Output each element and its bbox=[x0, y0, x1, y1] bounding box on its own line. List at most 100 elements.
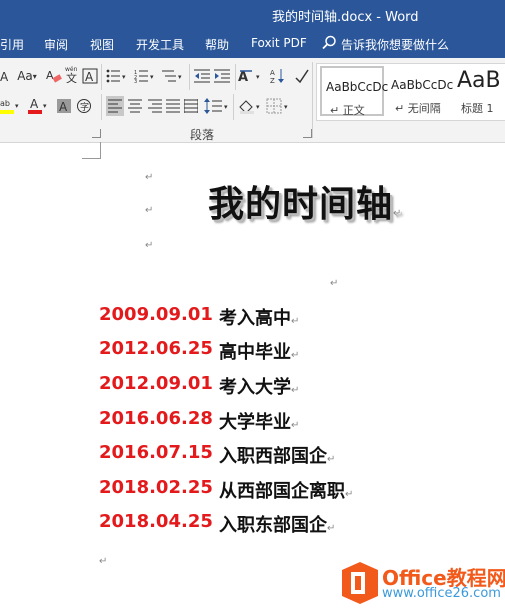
document-heading: 我的时间轴↵ bbox=[208, 175, 402, 227]
paragraph-mark: ↵ bbox=[99, 556, 108, 567]
svg-text:▾: ▾ bbox=[150, 73, 154, 81]
change-case-label: Aa bbox=[17, 69, 33, 83]
svg-text:A: A bbox=[30, 97, 39, 111]
menu-developer[interactable]: 开发工具 bbox=[136, 36, 184, 53]
office-logo-icon bbox=[342, 562, 378, 604]
event-text: 入职西部国企 bbox=[219, 446, 327, 467]
font-shrink-icon[interactable]: A bbox=[0, 66, 10, 86]
svg-text:▾: ▾ bbox=[178, 73, 182, 81]
shading-icon[interactable]: ▾ bbox=[238, 96, 264, 116]
svg-text:▾: ▾ bbox=[43, 102, 47, 110]
svg-text:▾: ▾ bbox=[15, 102, 19, 110]
bullets-icon[interactable]: ▾ bbox=[106, 66, 130, 86]
paragraph-mark: ↵ bbox=[291, 385, 300, 396]
svg-text:文: 文 bbox=[66, 71, 77, 83]
paragraph-mark: ↵ bbox=[291, 316, 300, 327]
paragraph-mark: ↵ bbox=[145, 205, 154, 216]
svg-text:▾: ▾ bbox=[256, 73, 260, 81]
character-border-icon[interactable]: A bbox=[82, 66, 98, 86]
event-text: 考入高中 bbox=[219, 308, 291, 329]
timeline-date: 2012.09.01 bbox=[99, 373, 213, 394]
chinese-layout-icon[interactable]: A ▾ bbox=[238, 66, 264, 86]
svg-text:▾: ▾ bbox=[284, 103, 288, 111]
event-text: 入职东部国企 bbox=[219, 515, 327, 536]
window-title: 我的时间轴.docx - Word bbox=[272, 10, 419, 25]
menu-view[interactable]: 视图 bbox=[90, 36, 114, 53]
ribbon-separator bbox=[101, 94, 102, 120]
paragraph-group-label: 段落 bbox=[190, 128, 215, 142]
event-text: 考入大学 bbox=[219, 377, 291, 398]
timeline-date: 2016.07.15 bbox=[99, 442, 213, 463]
svg-text:A: A bbox=[59, 100, 68, 114]
menu-review[interactable]: 审阅 bbox=[44, 36, 68, 53]
tell-me-search[interactable]: 告诉我你想要做什么 bbox=[341, 36, 449, 53]
style-sample: AaB bbox=[457, 68, 501, 93]
timeline-date: 2012.06.25 bbox=[99, 338, 213, 359]
style-no-spacing[interactable]: AaBbCcDc ↵ 无间隔 bbox=[387, 66, 453, 116]
ribbon-separator bbox=[233, 94, 234, 120]
menu-help[interactable]: 帮助 bbox=[205, 36, 229, 53]
timeline-date: 2018.04.25 bbox=[99, 511, 213, 532]
style-heading-1[interactable]: AaB 标题 1 bbox=[453, 66, 505, 116]
highlight-swatch bbox=[0, 110, 14, 114]
heading-text: 我的时间轴 bbox=[208, 184, 394, 225]
svg-text:Z: Z bbox=[270, 77, 275, 84]
paragraph-mark: ↵ bbox=[145, 172, 154, 183]
paragraph-mark: ↵ bbox=[327, 523, 336, 534]
timeline-event: 入职西部国企↵ bbox=[219, 442, 335, 468]
multilevel-list-icon[interactable]: ▾ bbox=[162, 66, 186, 86]
show-marks-icon[interactable] bbox=[294, 66, 310, 86]
character-shading-icon[interactable]: A bbox=[56, 96, 72, 116]
svg-text:3: 3 bbox=[134, 79, 137, 83]
margin-corner-mark bbox=[82, 142, 101, 159]
paragraph-group-launcher-icon[interactable] bbox=[303, 129, 312, 138]
clear-formatting-icon[interactable]: A bbox=[46, 66, 62, 86]
svg-text:ab: ab bbox=[0, 99, 10, 108]
text-highlight-color-button[interactable]: ab ▾ bbox=[0, 96, 22, 116]
ribbon-separator bbox=[235, 64, 236, 90]
svg-text:A: A bbox=[238, 70, 248, 84]
align-right-icon[interactable] bbox=[146, 96, 164, 116]
paragraph-mark: ↵ bbox=[330, 278, 339, 289]
svg-text:A: A bbox=[46, 69, 54, 82]
timeline-event: 入职东部国企↵ bbox=[219, 511, 335, 537]
phonetic-guide-icon[interactable]: wén 文 bbox=[64, 64, 80, 84]
font-color-swatch bbox=[28, 110, 42, 114]
numbering-icon[interactable]: 1 2 3 ▾ bbox=[134, 66, 158, 86]
paragraph-mark: ↵ bbox=[291, 350, 300, 361]
style-name: ↵ 正文 bbox=[330, 104, 365, 117]
timeline-event: 大学毕业↵ bbox=[219, 408, 299, 434]
paragraph-mark: ↵ bbox=[291, 420, 300, 431]
align-center-icon[interactable] bbox=[126, 96, 144, 116]
menu-foxit-pdf[interactable]: Foxit PDF bbox=[251, 36, 307, 50]
font-color-button[interactable]: A ▾ bbox=[28, 96, 50, 116]
style-normal[interactable]: AaBbCcDc ↵ 正文 bbox=[320, 66, 388, 117]
paragraph-mark: ↵ bbox=[145, 240, 154, 251]
justify-icon[interactable] bbox=[164, 96, 182, 116]
paragraph-mark: ↵ bbox=[393, 208, 403, 219]
sort-icon[interactable]: AZ bbox=[270, 66, 286, 86]
font-group-launcher-icon[interactable] bbox=[92, 129, 101, 138]
timeline-event: 从西部国企离职↵ bbox=[219, 477, 353, 503]
timeline-date: 2016.06.28 bbox=[99, 408, 213, 429]
enclose-characters-icon[interactable]: 字 bbox=[76, 96, 92, 116]
event-text: 高中毕业 bbox=[219, 342, 291, 363]
paragraph-mark: ↵ bbox=[345, 489, 354, 500]
timeline-event: 考入高中↵ bbox=[219, 304, 299, 330]
ribbon-separator bbox=[101, 64, 102, 90]
align-left-button[interactable] bbox=[106, 96, 124, 116]
increase-indent-icon[interactable] bbox=[214, 66, 232, 86]
ribbon-group-separator bbox=[312, 62, 313, 138]
svg-text:A: A bbox=[270, 69, 275, 77]
decrease-indent-icon[interactable] bbox=[194, 66, 212, 86]
line-spacing-icon[interactable]: ▾ bbox=[204, 96, 230, 116]
timeline-event: 考入大学↵ bbox=[219, 373, 299, 399]
change-case-button[interactable]: Aa ▾ bbox=[14, 66, 40, 86]
event-text: 从西部国企离职 bbox=[219, 481, 345, 502]
distributed-icon[interactable] bbox=[182, 96, 200, 116]
style-name: ↵ 无间隔 bbox=[395, 102, 441, 115]
menu-references[interactable]: 引用 bbox=[0, 36, 24, 53]
svg-text:A: A bbox=[0, 70, 9, 83]
lightbulb-search-icon[interactable] bbox=[322, 35, 337, 50]
borders-icon[interactable]: ▾ bbox=[266, 96, 292, 116]
